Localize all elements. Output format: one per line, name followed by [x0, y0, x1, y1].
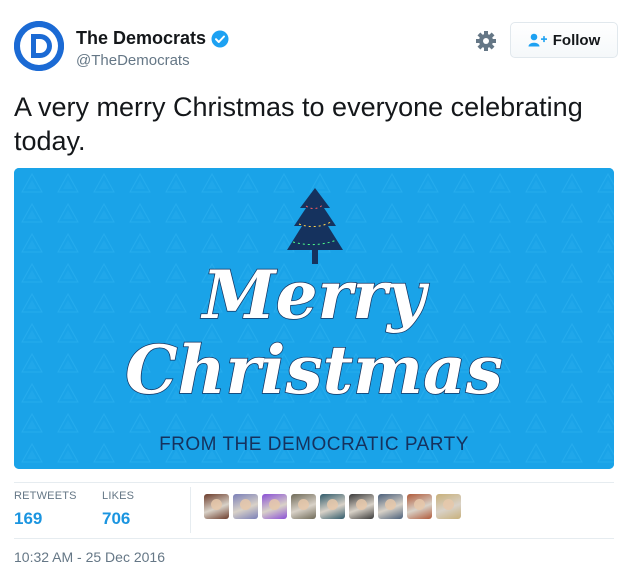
- tweet-card: The Democrats @TheDemocrats Follow A ver…: [0, 0, 640, 571]
- divider: [14, 482, 614, 483]
- likes-label: LIKES: [102, 490, 135, 502]
- likes-stat[interactable]: LIKES 706: [102, 490, 134, 529]
- follow-button[interactable]: Follow: [510, 22, 618, 58]
- gear-icon[interactable]: [475, 30, 497, 52]
- liker-avatar[interactable]: [378, 494, 403, 519]
- account-handle[interactable]: @TheDemocrats: [76, 52, 190, 69]
- liker-avatar[interactable]: [233, 494, 258, 519]
- stats-divider: [190, 487, 191, 533]
- tweet-media-image[interactable]: Merry Christmas FROM THE DEMOCRATIC PART…: [14, 168, 614, 469]
- liker-avatar[interactable]: [204, 494, 229, 519]
- headline-line2: Christmas: [125, 331, 503, 409]
- liker-avatars: [204, 494, 465, 519]
- media-caption: FROM THE DEMOCRATIC PARTY: [159, 434, 469, 455]
- liker-avatar[interactable]: [291, 494, 316, 519]
- verified-badge-icon: [211, 30, 229, 48]
- retweets-label: RETWEETS: [14, 490, 77, 502]
- liker-avatar[interactable]: [349, 494, 374, 519]
- avatar[interactable]: [14, 21, 64, 71]
- retweets-stat[interactable]: RETWEETS 169: [14, 490, 77, 529]
- account-name-row: The Democrats: [76, 28, 229, 49]
- liker-avatar[interactable]: [407, 494, 432, 519]
- tweet-timestamp[interactable]: 10:32 AM - 25 Dec 2016: [14, 549, 165, 565]
- likes-count: 706: [102, 509, 131, 528]
- headline-line1: Merry: [201, 256, 431, 334]
- liker-avatar[interactable]: [436, 494, 461, 519]
- democrats-logo-icon: [14, 21, 64, 71]
- tweet-text: A very merry Christmas to everyone celeb…: [14, 92, 583, 156]
- display-name[interactable]: The Democrats: [76, 28, 206, 49]
- retweets-count: 169: [14, 509, 43, 528]
- follow-label: Follow: [552, 31, 601, 49]
- liker-avatar[interactable]: [320, 494, 345, 519]
- divider: [14, 538, 614, 539]
- add-user-icon: [528, 33, 548, 47]
- christmas-card-graphic: Merry Christmas: [14, 168, 614, 469]
- liker-avatar[interactable]: [262, 494, 287, 519]
